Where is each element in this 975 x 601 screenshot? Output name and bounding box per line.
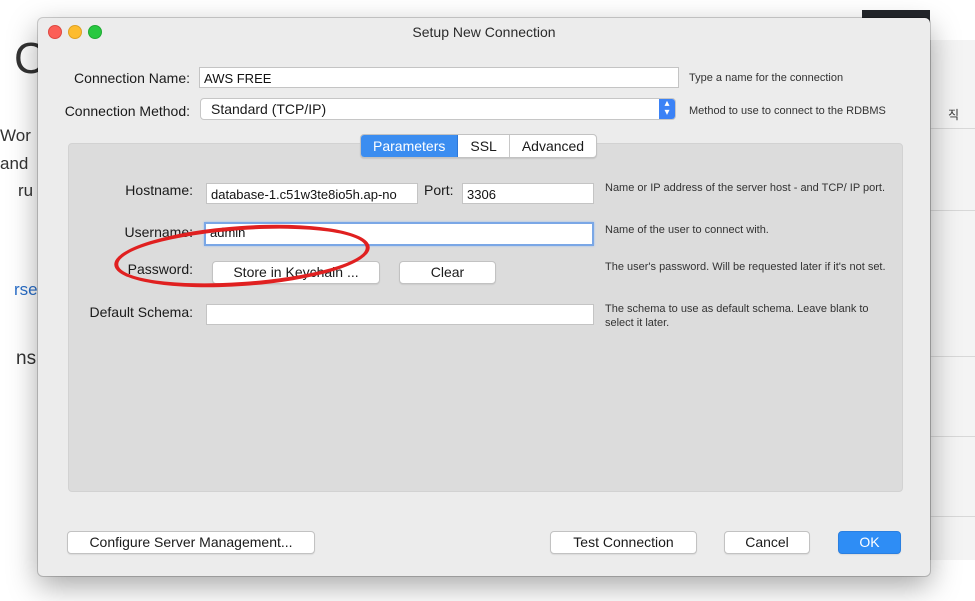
default-schema-hint: The schema to use as default schema. Lea… bbox=[605, 303, 869, 329]
connection-name-hint: Type a name for the connection bbox=[689, 72, 844, 84]
username-input[interactable]: admin bbox=[204, 222, 594, 246]
maximize-window-button[interactable] bbox=[88, 25, 102, 39]
test-connection-button[interactable]: Test Connection bbox=[550, 531, 697, 554]
username-label: Username: bbox=[124, 224, 193, 240]
hostname-hint: Name or IP address of the server host - … bbox=[605, 182, 886, 194]
tab-ssl[interactable]: SSL bbox=[458, 135, 510, 157]
title-bar[interactable]: Setup New Connection bbox=[38, 18, 930, 44]
background-text-fragment: Wor bbox=[0, 126, 31, 145]
divider bbox=[930, 128, 975, 129]
divider bbox=[930, 436, 975, 437]
background-link-fragment[interactable]: rse bbox=[14, 280, 38, 300]
connection-name-input[interactable]: AWS FREE bbox=[199, 67, 679, 88]
cancel-button[interactable]: Cancel bbox=[724, 531, 810, 554]
configure-server-management-button[interactable]: Configure Server Management... bbox=[67, 531, 315, 554]
username-hint: Name of the user to connect with. bbox=[605, 224, 769, 236]
hostname-label: Hostname: bbox=[125, 182, 193, 198]
tab-parameters[interactable]: Parameters bbox=[361, 135, 459, 157]
default-schema-label: Default Schema: bbox=[89, 304, 194, 320]
hostname-input[interactable]: database-1.c51w3te8io5h.ap-no bbox=[206, 183, 418, 204]
default-schema-input[interactable] bbox=[206, 304, 594, 325]
background-text-fragment: ns bbox=[16, 348, 37, 369]
port-label: Port: bbox=[424, 182, 454, 198]
minimize-window-button[interactable] bbox=[68, 25, 82, 39]
ok-button[interactable]: OK bbox=[838, 531, 901, 554]
connection-method-value: Standard (TCP/IP) bbox=[211, 101, 327, 117]
divider bbox=[930, 210, 975, 211]
connection-name-label: Connection Name: bbox=[74, 70, 190, 86]
chevron-updown-icon: ▴ ▾ bbox=[659, 99, 675, 119]
close-window-button[interactable] bbox=[48, 25, 62, 39]
connection-method-hint: Method to use to connect to the RDBMS bbox=[689, 105, 886, 117]
setup-connection-dialog: Setup New Connection Connection Name: AW… bbox=[38, 18, 930, 576]
tab-bar: Parameters SSL Advanced bbox=[360, 134, 598, 158]
connection-method-select[interactable]: Standard (TCP/IP) ▴ ▾ bbox=[200, 98, 676, 120]
store-in-keychain-button[interactable]: Store in Keychain ... bbox=[212, 261, 380, 284]
background-text-fragment: ru bbox=[18, 181, 34, 200]
connection-method-label: Connection Method: bbox=[64, 103, 190, 119]
tab-advanced[interactable]: Advanced bbox=[510, 135, 596, 157]
divider bbox=[930, 516, 975, 517]
clear-password-button[interactable]: Clear bbox=[399, 261, 496, 284]
divider bbox=[930, 356, 975, 357]
port-input[interactable]: 3306 bbox=[462, 183, 594, 204]
window-title: Setup New Connection bbox=[412, 24, 556, 40]
password-label: Password: bbox=[127, 261, 193, 277]
background-side-text: 직 bbox=[948, 108, 960, 122]
password-hint: The user's password. Will be requested l… bbox=[605, 261, 886, 273]
background-text-fragment: and bbox=[0, 154, 29, 173]
